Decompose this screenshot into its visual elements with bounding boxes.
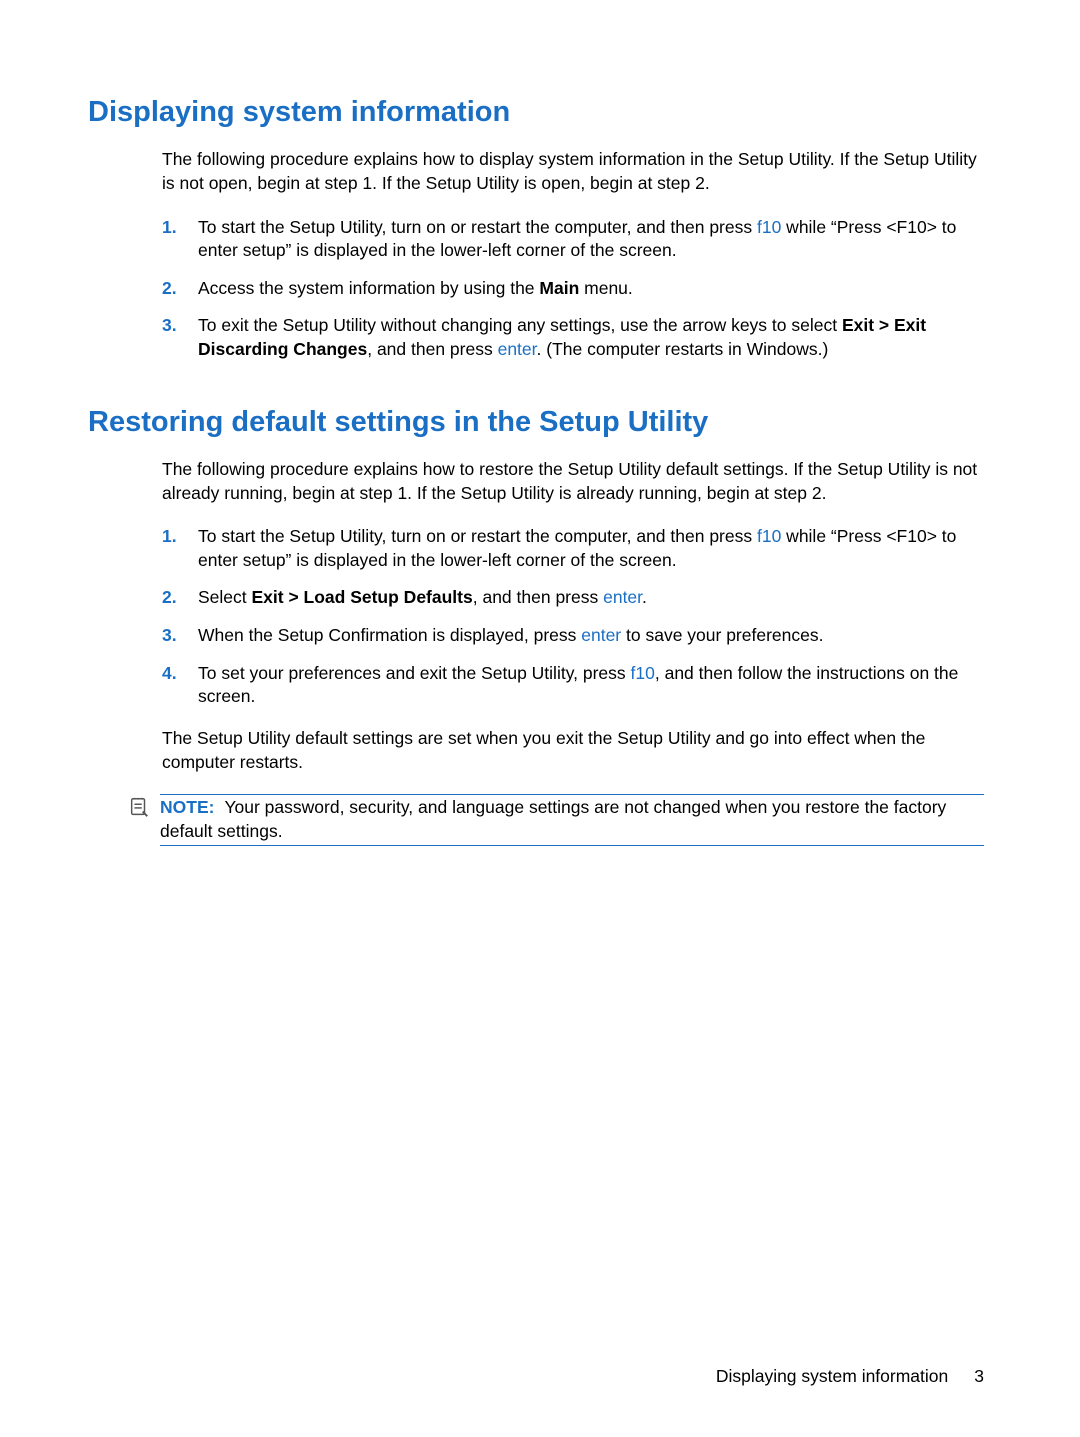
text-fragment: To start the Setup Utility, turn on or r… (198, 217, 757, 237)
note-icon (128, 796, 150, 825)
step-text: To set your preferences and exit the Set… (198, 662, 984, 709)
key-enter: enter (603, 587, 642, 607)
key-f10: f10 (631, 663, 655, 683)
section2-step-1: 1. To start the Setup Utility, turn on o… (162, 525, 984, 572)
step-number: 3. (162, 624, 198, 648)
step-number: 1. (162, 525, 198, 549)
heading-restoring-default-settings: Restoring default settings in the Setup … (88, 404, 984, 440)
step-text: To start the Setup Utility, turn on or r… (198, 525, 984, 572)
text-fragment: When the Setup Confirmation is displayed… (198, 625, 581, 645)
section2-steps: 1. To start the Setup Utility, turn on o… (162, 525, 984, 709)
section1-steps: 1. To start the Setup Utility, turn on o… (162, 216, 984, 362)
step-text: To start the Setup Utility, turn on or r… (198, 216, 984, 263)
section2-intro: The following procedure explains how to … (162, 458, 984, 505)
text-fragment: Select (198, 587, 252, 607)
key-enter: enter (498, 339, 537, 359)
section2-step-4: 4. To set your preferences and exit the … (162, 662, 984, 709)
section1-step-3: 3. To exit the Setup Utility without cha… (162, 314, 984, 361)
text-fragment: . (642, 587, 647, 607)
step-text: Select Exit > Load Setup Defaults, and t… (198, 586, 984, 610)
section2-step-2: 2. Select Exit > Load Setup Defaults, an… (162, 586, 984, 610)
step-text: When the Setup Confirmation is displayed… (198, 624, 984, 648)
text-fragment: , and then press (473, 587, 603, 607)
note-label: NOTE: (160, 797, 214, 817)
text-fragment: . (The computer restarts in Windows.) (537, 339, 829, 359)
key-enter: enter (581, 625, 621, 645)
footer-page-number: 3 (974, 1366, 984, 1386)
note-body: NOTE:Your password, security, and langua… (160, 794, 984, 846)
page-footer: Displaying system information 3 (716, 1366, 984, 1387)
document-page: Displaying system information The follow… (0, 0, 1080, 1437)
step-number: 1. (162, 216, 198, 240)
section2-body: The following procedure explains how to … (162, 458, 984, 774)
step-number: 2. (162, 586, 198, 610)
section2-step-3: 3. When the Setup Confirmation is displa… (162, 624, 984, 648)
step-number: 3. (162, 314, 198, 338)
text-fragment: To exit the Setup Utility without changi… (198, 315, 842, 335)
text-fragment: To set your preferences and exit the Set… (198, 663, 631, 683)
text-fragment: menu. (579, 278, 633, 298)
section1-intro: The following procedure explains how to … (162, 148, 984, 195)
step-number: 2. (162, 277, 198, 301)
bold-main: Main (539, 278, 579, 298)
text-fragment: Access the system information by using t… (198, 278, 539, 298)
bold-load-defaults: Exit > Load Setup Defaults (252, 587, 473, 607)
key-f10: f10 (757, 217, 781, 237)
note-text: Your password, security, and language se… (160, 797, 946, 841)
section2-followup: The Setup Utility default settings are s… (162, 727, 984, 774)
heading-displaying-system-information: Displaying system information (88, 94, 984, 130)
key-f10: f10 (757, 526, 781, 546)
step-number: 4. (162, 662, 198, 686)
step-text: Access the system information by using t… (198, 277, 984, 301)
section1-step-2: 2. Access the system information by usin… (162, 277, 984, 301)
text-fragment: To start the Setup Utility, turn on or r… (198, 526, 757, 546)
text-fragment: to save your preferences. (621, 625, 823, 645)
note-callout: NOTE:Your password, security, and langua… (128, 794, 984, 846)
section1-body: The following procedure explains how to … (162, 148, 984, 361)
section1-step-1: 1. To start the Setup Utility, turn on o… (162, 216, 984, 263)
text-fragment: , and then press (367, 339, 497, 359)
footer-chapter-title: Displaying system information (716, 1366, 948, 1386)
step-text: To exit the Setup Utility without changi… (198, 314, 984, 361)
